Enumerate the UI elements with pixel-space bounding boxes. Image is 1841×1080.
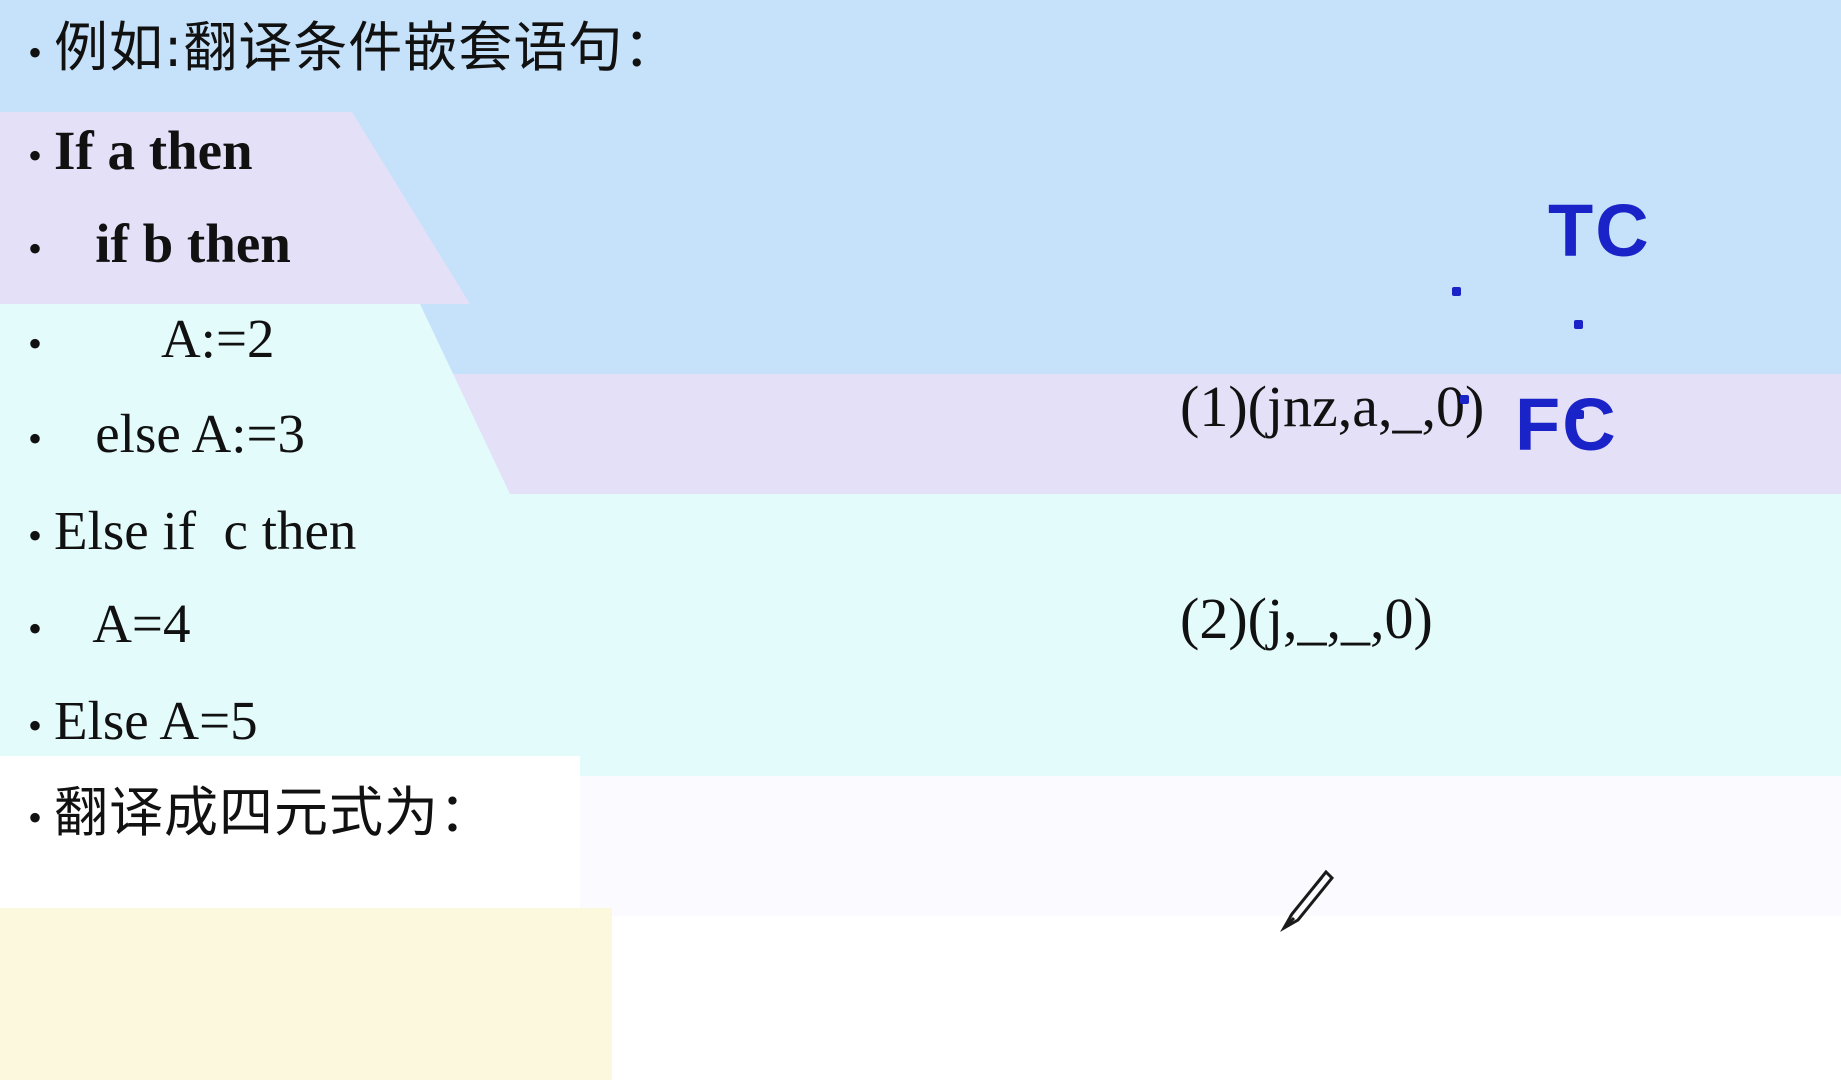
list-item: • A:=2 xyxy=(28,310,274,368)
bullet-marker: • xyxy=(28,416,43,461)
list-item: • Else if c then xyxy=(28,502,356,560)
bullet-marker: • xyxy=(28,606,43,651)
list-item-label: 翻译成四元式为： xyxy=(54,781,494,844)
ink-dot xyxy=(1452,287,1461,296)
background-wedge-cream xyxy=(0,908,612,1080)
list-item: • else A:=3 xyxy=(28,405,305,463)
ink-dot xyxy=(1575,410,1584,419)
list-item-label: if b then xyxy=(54,213,291,274)
list-item-label: If a then xyxy=(54,120,253,181)
list-item-label: 例如:翻译条件嵌套语句： xyxy=(54,16,679,79)
list-item-label: A:=2 xyxy=(54,308,275,369)
list-item-label: Else if c then xyxy=(54,500,357,561)
list-item: • if b then xyxy=(28,215,291,273)
list-item-label: else A:=3 xyxy=(54,403,305,464)
list-item: • A=4 xyxy=(28,595,190,653)
bullet-marker: • xyxy=(28,795,43,840)
list-item: • 例如:翻译条件嵌套语句： xyxy=(28,16,679,79)
bullet-marker: • xyxy=(28,703,43,748)
list-item: • Else A=5 xyxy=(28,692,258,750)
bullet-marker: • xyxy=(28,321,43,366)
bullet-marker: • xyxy=(28,513,43,558)
quadruple-line-2: (2)(j,_,_,0) xyxy=(1180,585,1433,651)
pen-icon[interactable] xyxy=(1278,868,1338,934)
list-item-label: Else A=5 xyxy=(54,690,258,751)
quadruple-line-1: (1)(jnz,a,_,0) xyxy=(1180,373,1485,439)
slide-canvas: • 例如:翻译条件嵌套语句： • If a then • if b then •… xyxy=(0,0,1841,1080)
ink-dot xyxy=(1574,320,1583,329)
list-item-label: A=4 xyxy=(54,593,191,654)
bullet-marker: • xyxy=(28,133,43,178)
bullet-marker: • xyxy=(28,226,43,271)
bullet-marker: • xyxy=(28,30,43,75)
list-item: • 翻译成四元式为： xyxy=(28,781,494,844)
quadruple-list: (1)(jnz,a,_,0) (2)(j,_,_,0) xyxy=(1180,230,1484,796)
ink-dot xyxy=(1460,395,1469,404)
list-item: • If a then xyxy=(28,122,253,180)
